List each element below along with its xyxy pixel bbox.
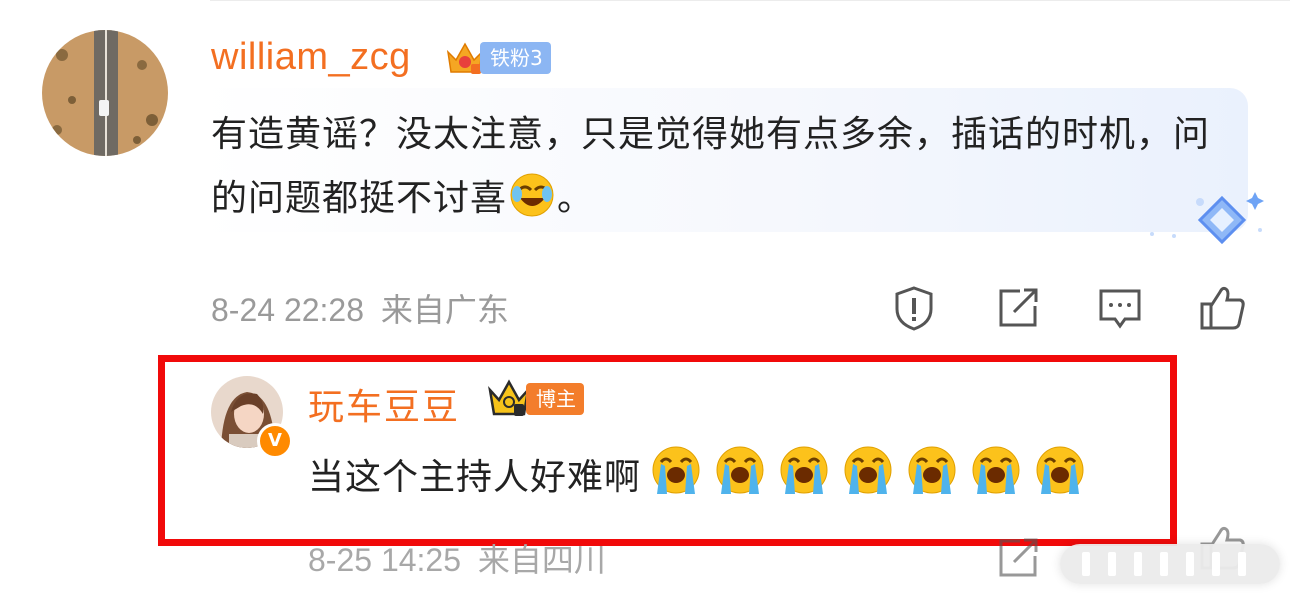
share-icon <box>999 538 1038 577</box>
verified-badge: V <box>257 423 293 459</box>
reply-share-button[interactable] <box>990 530 1046 586</box>
report-icon <box>895 286 933 331</box>
crying-emoji <box>647 442 705 513</box>
blogger-badge-label: 博主 <box>526 383 584 415</box>
crying-emoji <box>903 442 961 513</box>
watermark-overlay <box>1060 544 1280 584</box>
comment-meta: 8-24 22:28 来自广东 <box>211 285 509 331</box>
comment-text: 有造黄谣？没太注意，只是觉得她有点多余，插话的时机，问的问题都挺不讨喜。 <box>211 103 1231 239</box>
diamond-decoration-icon <box>1140 180 1270 254</box>
reply-time: 8-25 14:25 <box>308 542 462 578</box>
fan-badge-label: 铁粉3 <box>480 42 551 74</box>
top-divider <box>210 0 1290 1</box>
reply-meta: 8-25 14:25 来自四川 <box>308 535 606 581</box>
like-icon <box>1200 286 1245 330</box>
crying-emoji <box>711 442 769 513</box>
commenter-username[interactable]: william_zcg <box>211 36 411 79</box>
report-button[interactable] <box>886 280 942 336</box>
comment-text-body: 有造黄谣？没太注意，只是觉得她有点多余，插话的时机，问的问题都挺不讨喜 <box>211 114 1211 219</box>
reply-text: 当这个主持人好难啊 <box>308 442 1089 513</box>
blogger-badge: 博主 <box>486 378 584 420</box>
laughing-tears-emoji <box>509 172 555 239</box>
commenter-avatar[interactable] <box>42 30 168 156</box>
reply-location: 来自四川 <box>477 542 606 578</box>
reply-icon <box>1099 289 1141 329</box>
share-button[interactable] <box>990 280 1046 336</box>
crying-emoji-row <box>641 442 1089 513</box>
crying-emoji <box>967 442 1025 513</box>
like-button[interactable] <box>1194 280 1250 336</box>
crying-emoji <box>839 442 897 513</box>
crying-emoji <box>1031 442 1089 513</box>
reply-text-body: 当这个主持人好难啊 <box>308 456 642 498</box>
crying-emoji <box>775 442 833 513</box>
fan-level-badge: 铁粉3 <box>444 38 551 78</box>
comment-text-suffix: 。 <box>557 178 595 219</box>
reply-button[interactable] <box>1092 280 1148 336</box>
share-icon <box>999 288 1038 327</box>
reply-username[interactable]: 玩车豆豆 <box>308 378 460 430</box>
comment-time: 8-24 22:28 <box>211 292 365 328</box>
comment-location: 来自广东 <box>380 292 509 328</box>
